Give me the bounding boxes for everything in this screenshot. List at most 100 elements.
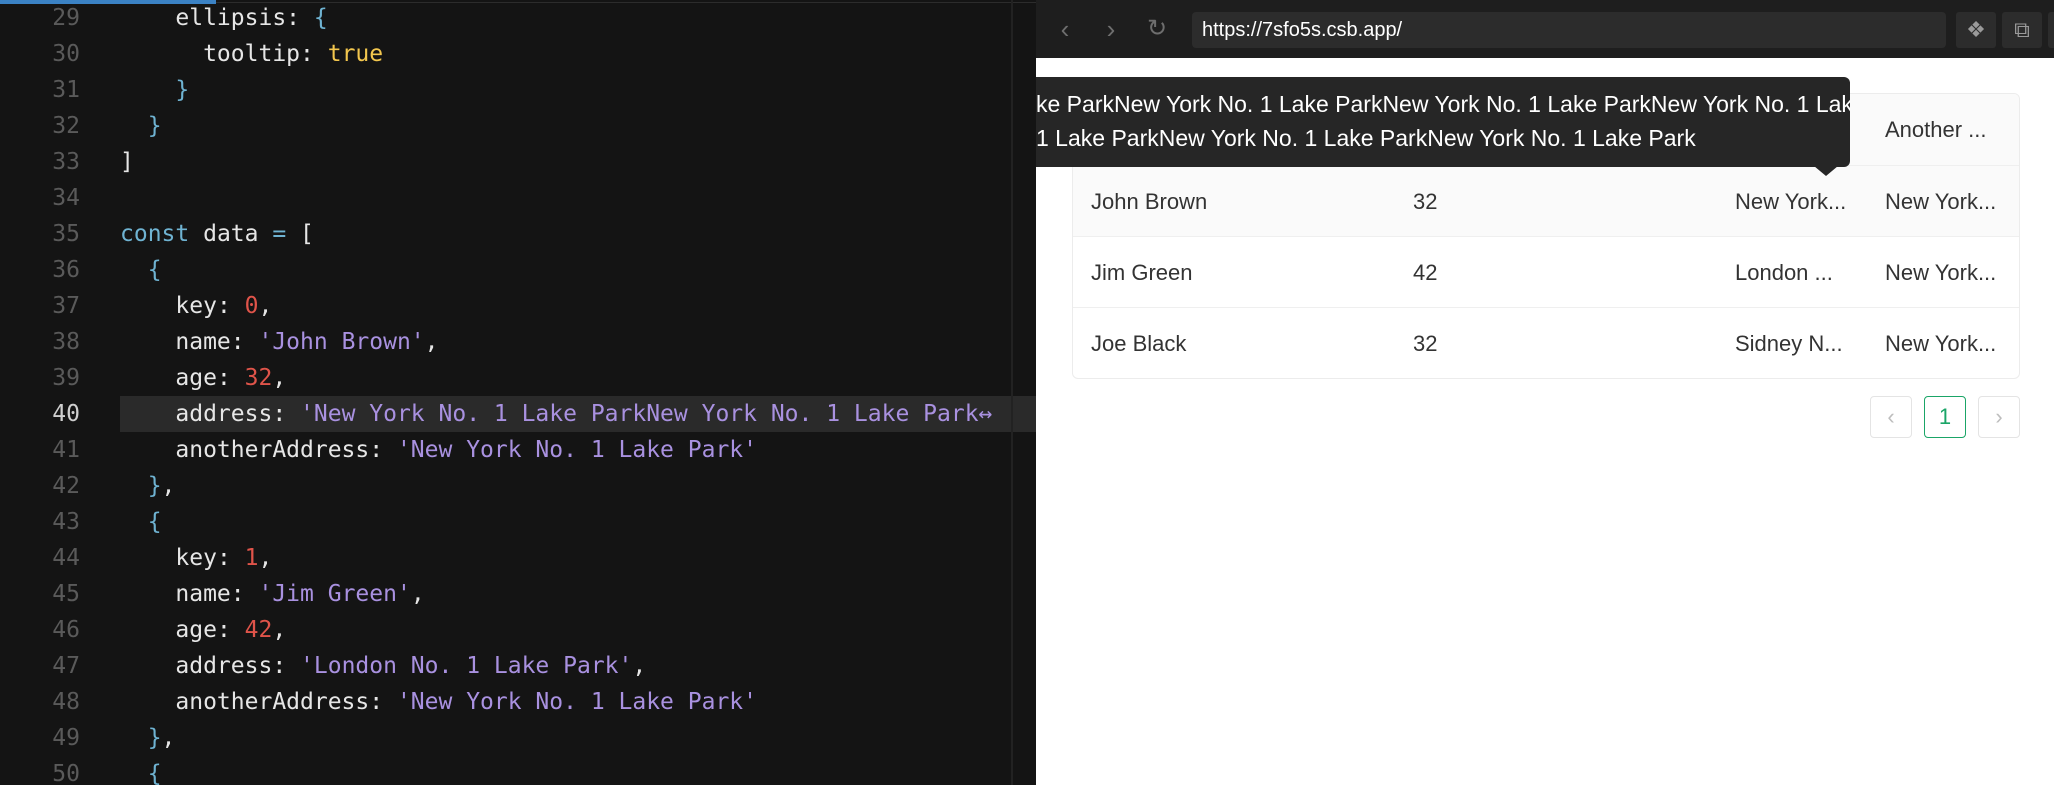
code-line[interactable]: 48 anotherAddress: 'New York No. 1 Lake … <box>0 684 1036 720</box>
code-line[interactable]: 43 { <box>0 504 1036 540</box>
url-input[interactable]: https://7sfo5s.csb.app/ <box>1192 12 1946 48</box>
line-number: 37 <box>52 293 80 319</box>
pagination-prev-button[interactable]: ‹ <box>1870 396 1912 438</box>
code-line[interactable]: 32 } <box>0 108 1036 144</box>
back-button[interactable]: ‹ <box>1050 14 1080 44</box>
code-token: true <box>327 41 384 67</box>
code-token: : <box>230 329 259 355</box>
extension-button[interactable]: ❖ <box>1956 12 1996 48</box>
code-token: anotherAddress <box>120 689 370 715</box>
code-line[interactable]: 50 { <box>0 756 1036 785</box>
pagination-next-button[interactable]: › <box>1978 396 2020 438</box>
code-line[interactable]: 40 address: 'New York No. 1 Lake ParkNew… <box>0 396 1036 432</box>
code-token: , <box>272 365 287 391</box>
code-token: 'New York No. 1 Lake Park' <box>396 689 757 715</box>
code-line[interactable]: 49 }, <box>0 720 1036 756</box>
code-token: 0 <box>244 293 259 319</box>
chevron-right-icon: › <box>1106 14 1116 44</box>
code-token: address <box>120 401 273 427</box>
code-line[interactable]: 42 }, <box>0 468 1036 504</box>
cell-another-address[interactable]: New York... <box>1885 237 2009 308</box>
line-number: 40 <box>52 401 80 427</box>
code-line[interactable]: 29 ellipsis: { <box>0 0 1036 36</box>
line-number: 32 <box>52 113 80 139</box>
code-token: , <box>258 293 273 319</box>
code-token: , <box>632 653 647 679</box>
code-token: 42 <box>244 617 273 643</box>
code-token: , <box>424 329 439 355</box>
header-another-address[interactable]: Another ... <box>1885 94 2009 166</box>
code-text: ] <box>120 144 1036 180</box>
line-number: 46 <box>52 617 80 643</box>
cell-address[interactable]: London ... <box>1735 237 1853 308</box>
code-token: : <box>216 545 245 571</box>
code-token: const <box>120 221 190 247</box>
code-text: address: 'London No. 1 Lake Park', <box>120 648 1036 684</box>
code-line[interactable]: 35 const data = [ <box>0 216 1036 252</box>
cell-name: John Brown <box>1091 189 1208 214</box>
code-token: age <box>120 617 217 643</box>
cell-address[interactable]: New York... <box>1735 166 1853 237</box>
code-token: } <box>120 77 190 103</box>
cell-another-address[interactable]: New York... <box>1885 166 2009 237</box>
code-token: data <box>189 221 273 247</box>
code-token: : <box>286 5 314 31</box>
editor-scrollbar[interactable] <box>1011 0 1013 785</box>
url-text: https://7sfo5s.csb.app/ <box>1202 19 1403 41</box>
code-token: address <box>120 653 273 679</box>
chevron-left-icon: ‹ <box>1060 14 1070 44</box>
code-token: , <box>410 581 425 607</box>
cell-address[interactable]: Sidney N... <box>1735 308 1853 378</box>
code-editor[interactable]: 29 ellipsis: {30 tooltip: true 31 } 32 } 33… <box>0 0 1036 785</box>
devtools-button[interactable]: ⧉ <box>2002 12 2042 48</box>
code-text: anotherAddress: 'New York No. 1 Lake Par… <box>120 684 1036 720</box>
code-line[interactable]: 34 <box>0 180 1036 216</box>
code-token: : <box>272 653 301 679</box>
code-token: 'John Brown' <box>258 329 425 355</box>
code-token: 'London No. 1 Lake Park' <box>300 653 633 679</box>
line-number: 42 <box>52 473 80 499</box>
code-token: : <box>216 293 245 319</box>
code-token: 32 <box>244 365 273 391</box>
page-number: 1 <box>1938 404 1952 429</box>
code-line[interactable]: 47 address: 'London No. 1 Lake Park', <box>0 648 1036 684</box>
code-line[interactable]: 36 { <box>0 252 1036 288</box>
code-line[interactable]: 41 anotherAddress: 'New York No. 1 Lake … <box>0 432 1036 468</box>
address-tooltip: ke ParkNew York No. 1 Lake ParkNew York … <box>1036 77 1850 167</box>
code-line[interactable]: 30 tooltip: true <box>0 36 1036 72</box>
line-number: 33 <box>52 149 80 175</box>
table-row[interactable]: Jim Green 42 London ... New York... <box>1073 237 2019 308</box>
code-text: { <box>120 252 1036 288</box>
code-token: 'New York No. 1 Lake ParkNew York No. 1 … <box>300 401 979 427</box>
line-number: 36 <box>52 257 80 283</box>
reload-button[interactable]: ↻ <box>1142 14 1172 44</box>
code-line[interactable]: 44 key: 1, <box>0 540 1036 576</box>
line-number: 29 <box>52 5 80 31</box>
code-token: , <box>258 545 273 571</box>
code-token: anotherAddress <box>120 437 370 463</box>
table-row[interactable]: Joe Black 32 Sidney N... New York... <box>1073 308 2019 378</box>
cell-name: Joe Black <box>1091 331 1187 356</box>
line-number: 48 <box>52 689 80 715</box>
code-token: { <box>120 761 162 785</box>
code-text: key: 0, <box>120 288 1036 324</box>
code-token: 1 <box>244 545 259 571</box>
line-number: 45 <box>52 581 80 607</box>
pagination-page-1[interactable]: 1 <box>1924 396 1966 438</box>
code-line[interactable]: 46 age: 42, <box>0 612 1036 648</box>
table-row[interactable]: John Brown 32 New York... New York... <box>1073 166 2019 237</box>
code-line[interactable]: 38 name: 'John Brown', <box>0 324 1036 360</box>
code-token: name <box>120 581 231 607</box>
code-token: : <box>216 365 245 391</box>
forward-button[interactable]: › <box>1096 14 1126 44</box>
code-token: : <box>300 41 328 67</box>
code-line[interactable]: 45 name: 'Jim Green', <box>0 576 1036 612</box>
cell-another-address[interactable]: New York... <box>1885 308 2009 378</box>
code-line[interactable]: 39 age: 32, <box>0 360 1036 396</box>
code-line[interactable]: 33] <box>0 144 1036 180</box>
code-line[interactable]: 37 key: 0, <box>0 288 1036 324</box>
code-line[interactable]: 31 } <box>0 72 1036 108</box>
code-token: { <box>120 509 162 535</box>
new-window-button[interactable]: ❐ <box>2048 12 2054 48</box>
code-token: , <box>161 725 176 751</box>
